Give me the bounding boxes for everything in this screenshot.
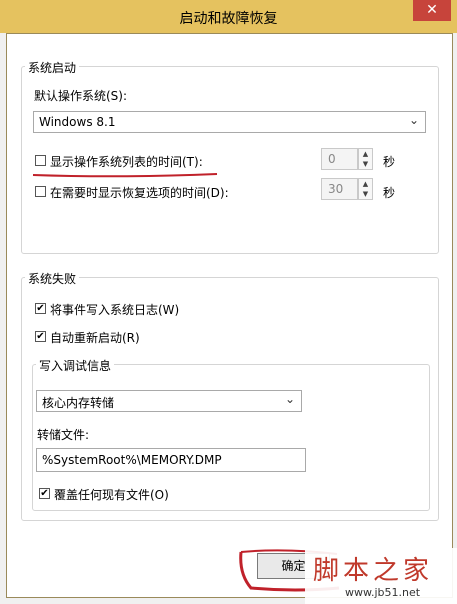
show-recovery-seconds-value: 30 <box>328 182 344 196</box>
watermark-url: www.jb51.net <box>345 586 421 599</box>
dump-file-input[interactable]: %SystemRoot%\MEMORY.DMP <box>36 448 306 472</box>
check-icon: ✔ <box>40 488 49 499</box>
overwrite-label: 覆盖任何现有文件(O) <box>54 488 169 502</box>
show-recovery-checkbox[interactable] <box>35 186 46 197</box>
check-icon: ✔ <box>36 303 45 314</box>
close-button[interactable]: ✕ <box>413 0 451 21</box>
write-event-label: 将事件写入系统日志(W) <box>50 303 180 317</box>
watermark-title: 脚本之家 <box>313 556 434 586</box>
default-os-label: 默认操作系统(S): <box>34 89 128 103</box>
overwrite-checkbox[interactable]: ✔ <box>39 488 50 499</box>
show-recovery-spinner[interactable]: ▲ ▼ <box>358 178 373 200</box>
titlebar: 启动和故障恢复 ✕ <box>0 0 457 33</box>
default-os-value: Windows 8.1 <box>39 115 116 129</box>
show-recovery-label: 在需要时显示恢复选项的时间(D): <box>50 186 229 200</box>
show-os-list-unit: 秒 <box>383 155 396 169</box>
check-icon: ✔ <box>36 331 45 342</box>
chevron-down-icon: ⌄ <box>408 113 419 127</box>
startup-group-title: 系统启动 <box>25 59 80 76</box>
show-os-list-seconds-value: 0 <box>328 152 336 166</box>
window-title: 启动和故障恢复 <box>179 11 278 27</box>
show-recovery-unit: 秒 <box>383 186 396 200</box>
red-underline-annotation <box>32 173 218 178</box>
watermark: 脚本之家 www.jb51.net <box>305 548 457 604</box>
chevron-down-icon: ⌄ <box>284 392 295 406</box>
dump-file-value: %SystemRoot%\MEMORY.DMP <box>42 453 222 467</box>
debug-type-select[interactable]: 核心内存转储 ⌄ <box>36 390 302 412</box>
spin-up-icon[interactable]: ▲ <box>359 149 372 159</box>
show-os-list-seconds-input[interactable]: 0 <box>321 148 358 170</box>
spin-down-icon[interactable]: ▼ <box>359 189 372 199</box>
failure-group-title: 系统失败 <box>25 270 80 287</box>
show-recovery-seconds-input[interactable]: 30 <box>321 178 358 200</box>
auto-restart-label: 自动重新启动(R) <box>50 331 140 345</box>
show-os-list-label: 显示操作系统列表的时间(T): <box>50 155 203 169</box>
dialog-client: 系统启动 默认操作系统(S): Windows 8.1 ⌄ 显示操作系统列表的时… <box>6 33 453 598</box>
dump-file-label: 转储文件: <box>37 428 90 442</box>
spin-down-icon[interactable]: ▼ <box>359 159 372 169</box>
show-os-list-spinner[interactable]: ▲ ▼ <box>358 148 373 170</box>
show-os-list-checkbox[interactable] <box>35 155 46 166</box>
spin-up-icon[interactable]: ▲ <box>359 179 372 189</box>
debug-type-value: 核心内存转储 <box>42 396 115 410</box>
auto-restart-checkbox[interactable]: ✔ <box>35 331 46 342</box>
debug-info-group-title: 写入调试信息 <box>36 357 115 374</box>
default-os-select[interactable]: Windows 8.1 ⌄ <box>33 111 426 133</box>
write-event-checkbox[interactable]: ✔ <box>35 303 46 314</box>
